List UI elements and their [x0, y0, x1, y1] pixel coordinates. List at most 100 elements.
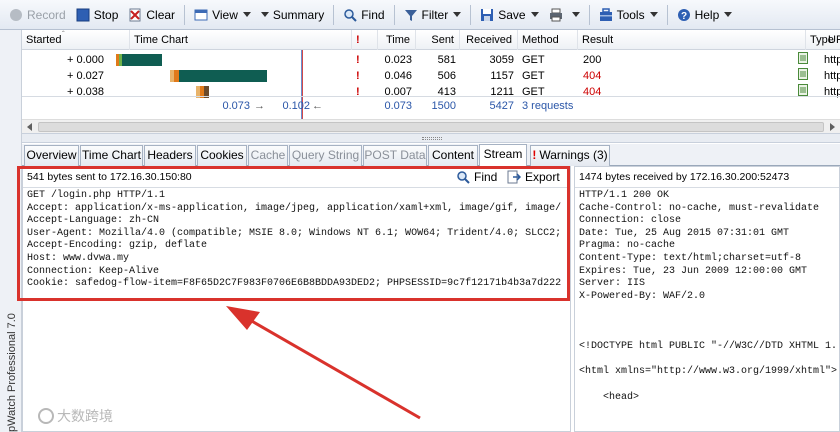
stream-line: GET /login.php HTTP/1.1: [27, 190, 166, 201]
arrow-left-icon: ←: [312, 100, 323, 112]
stop-button[interactable]: Stop: [71, 4, 124, 26]
pane-splitter[interactable]: [22, 133, 840, 143]
stream-line: Cache-Control: no-cache, must-revalidate: [579, 202, 820, 214]
summary-button[interactable]: Summary: [256, 4, 329, 26]
col-warning[interactable]: !: [352, 30, 378, 50]
clear-icon: [128, 8, 142, 22]
tab-warnings[interactable]: ! Warnings (3): [530, 145, 610, 166]
stop-icon: [76, 8, 90, 22]
clear-button[interactable]: Clear: [123, 4, 180, 26]
record-icon: [9, 8, 23, 22]
toolbar-separator: [470, 4, 472, 25]
cell-result: 200: [583, 54, 602, 66]
stream-line: [579, 354, 835, 367]
col-started[interactable]: Started ˆ: [22, 30, 130, 50]
grid-horizontal-scrollbar[interactable]: [22, 119, 840, 133]
cell-method: GET: [522, 54, 545, 66]
stream-line: Content-Type: text/html;charset=utf-8: [579, 252, 802, 264]
stream-line: Expires: Tue, 23 Jun 2009 12:00:00 GMT: [579, 265, 808, 277]
cell-received: 3059: [489, 54, 514, 66]
filter-icon: [404, 8, 418, 22]
save-button[interactable]: Save: [475, 4, 543, 26]
stream-line: [579, 379, 835, 392]
toolbox-icon: [599, 7, 613, 22]
scroll-left-icon[interactable]: [27, 123, 32, 131]
scrollbar-thumb[interactable]: [38, 122, 824, 132]
col-url[interactable]: URL: [824, 30, 840, 50]
cell-sent: 506: [437, 70, 456, 82]
chevron-down-icon: [649, 12, 658, 17]
warning-icon: !: [532, 148, 537, 162]
find-button[interactable]: Find: [338, 4, 389, 26]
record-button[interactable]: Record: [4, 4, 71, 26]
help-button[interactable]: ? Help: [672, 4, 738, 26]
stream-line: [579, 316, 835, 329]
splitter-grip[interactable]: [422, 137, 442, 140]
tab-content[interactable]: Content: [428, 145, 478, 166]
toolbar-separator: [333, 4, 335, 25]
col-time[interactable]: Time: [378, 30, 416, 50]
clear-label: Clear: [146, 7, 176, 22]
tab-time-chart[interactable]: Time Chart: [80, 145, 143, 166]
find-label: Find: [361, 7, 385, 22]
toolbar-separator: [588, 4, 590, 25]
find-label: Find: [474, 170, 498, 184]
cell-result: 404: [583, 70, 602, 82]
stream-line: Accept: application/x-ms-application, im…: [27, 202, 562, 214]
tools-button[interactable]: Tools: [594, 4, 663, 26]
export-icon: [507, 170, 522, 184]
sent-stream-text[interactable]: GET /login.php HTTP/1.1 Accept: applicati…: [23, 187, 570, 431]
product-label: HttpWatch Professional 7.0: [6, 313, 18, 432]
help-icon: ?: [677, 8, 691, 22]
warning-icon: !: [356, 54, 360, 66]
sidebar: HttpWatch Professional 7.0: [0, 30, 22, 432]
stream-line: Pragma: no-cache: [579, 240, 676, 252]
tab-query-string[interactable]: Query String: [289, 145, 362, 166]
scroll-right-icon[interactable]: [830, 123, 835, 131]
table-row[interactable]: + 0.027 ! 0.046 506 1157 GET 404 http: [22, 68, 840, 84]
view-button[interactable]: View: [189, 4, 256, 26]
request-grid: Started ˆ Time Chart ! Time Sent Receive…: [22, 30, 840, 133]
table-row[interactable]: + 0.000 ! 0.023 581 3059 GET 200 http: [22, 52, 840, 68]
stream-line: Accept-Language: zh-CN: [27, 215, 160, 227]
stream-line: User-Agent: Mozilla/4.0 (compatible; MSI…: [27, 227, 562, 239]
search-icon: [343, 8, 357, 22]
export-label: Export: [525, 170, 560, 184]
col-result[interactable]: Result: [578, 30, 806, 50]
stop-label: Stop: [93, 7, 119, 22]
chevron-down-icon: [724, 12, 733, 17]
export-button[interactable]: Export: [507, 169, 560, 185]
received-stream-text[interactable]: HTTP/1.1 200 OK Cache-Control: no-cache, …: [575, 187, 839, 431]
detail-tabs: Overview Time Chart Headers Cookies Cach…: [22, 144, 840, 167]
save-icon: [480, 8, 494, 22]
toolbar-separator: [393, 4, 395, 25]
chevron-down-icon: [530, 12, 539, 17]
stream-line: <!DOCTYPE html PUBLIC "-//W3C//DTD XHTML…: [579, 341, 838, 353]
col-received[interactable]: Received: [460, 30, 518, 50]
chevron-down-icon: [571, 12, 580, 17]
summary-sent: 1500: [431, 100, 456, 112]
search-icon: [456, 170, 470, 184]
tab-post-data[interactable]: POST Data: [363, 145, 427, 166]
col-method[interactable]: Method: [518, 30, 578, 50]
find-button[interactable]: Find: [456, 169, 497, 185]
stream-line: Cookie: safedog-flow-item=F8F65D2C7F983F…: [27, 278, 562, 290]
tab-headers[interactable]: Headers: [144, 145, 196, 166]
record-label: Record: [27, 7, 66, 22]
sent-stream-pane: 541 bytes sent to 172.16.30.150:80 Find …: [22, 166, 571, 432]
tab-overview[interactable]: Overview: [24, 145, 79, 166]
save-label: Save: [498, 7, 526, 22]
received-stream-pane: 1474 bytes received by 172.16.30.200:524…: [574, 166, 840, 432]
print-button[interactable]: [544, 4, 585, 26]
cell-url: http: [824, 54, 840, 66]
tab-cache[interactable]: Cache: [248, 145, 288, 166]
filter-button[interactable]: Filter: [399, 4, 467, 26]
summary-label: Summary: [272, 7, 325, 22]
cell-url: http: [824, 70, 840, 82]
tab-stream[interactable]: Stream: [479, 144, 527, 167]
col-sent[interactable]: Sent: [416, 30, 460, 50]
tab-cookies[interactable]: Cookies: [197, 145, 247, 166]
cell-started: + 0.027: [66, 70, 104, 82]
col-time-chart[interactable]: Time Chart: [130, 30, 352, 50]
chevron-down-icon: [453, 12, 462, 17]
